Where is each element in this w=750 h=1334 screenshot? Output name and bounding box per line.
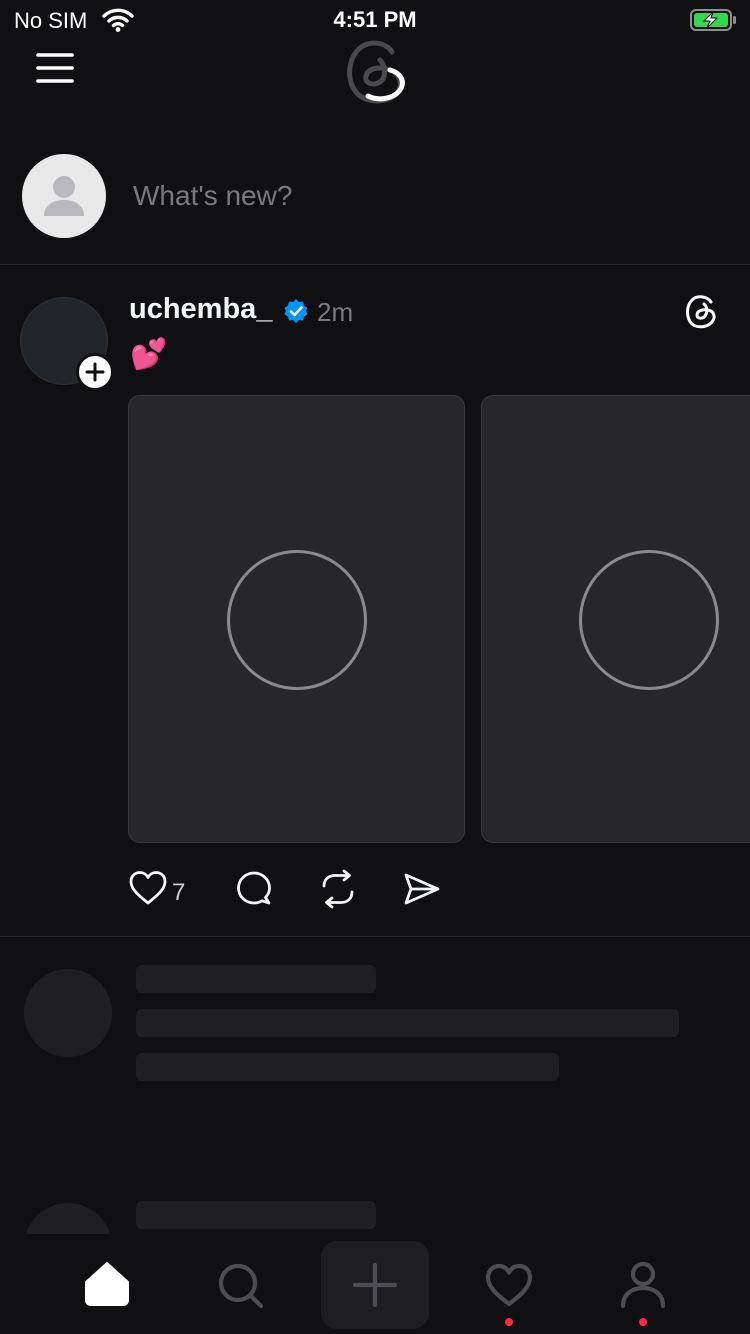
loading-spinner-icon [227, 550, 367, 690]
new-thread-composer[interactable]: What's new? [0, 140, 750, 264]
feed-divider [0, 936, 750, 937]
like-count: 7 [172, 879, 186, 906]
send-icon [404, 873, 440, 905]
like-button[interactable]: 7 [128, 869, 185, 913]
person-icon [620, 1261, 666, 1309]
status-bar: No SIM 4:51 PM [0, 0, 750, 40]
loading-spinner-icon [579, 550, 719, 690]
post-media-item[interactable] [128, 395, 465, 843]
plus-icon [85, 362, 105, 382]
default-user-avatar-icon [44, 176, 84, 216]
threads-logo-icon[interactable] [685, 293, 719, 334]
menu-button[interactable] [34, 50, 78, 86]
skeleton-avatar [24, 969, 112, 1057]
post-actions: 7 [128, 869, 468, 913]
skeleton-line [136, 1009, 679, 1037]
post-text: 💕 [130, 338, 168, 371]
nav-profile[interactable] [588, 1234, 698, 1334]
clock: 4:51 PM [333, 7, 417, 32]
share-button[interactable] [402, 869, 442, 913]
nav-create-button[interactable] [321, 1241, 429, 1329]
post-timestamp: 2m [317, 297, 354, 327]
composer-placeholder[interactable]: What's new? [133, 180, 292, 212]
follow-button[interactable] [76, 353, 114, 391]
plus-icon [353, 1263, 397, 1307]
nav-activity[interactable] [454, 1234, 564, 1334]
repost-icon [322, 869, 354, 909]
post-username[interactable]: uchemba_ [129, 293, 272, 326]
skeleton-line [136, 1201, 376, 1229]
threads-logo-icon[interactable] [340, 36, 410, 111]
nav-home[interactable] [52, 1234, 162, 1334]
post: uchemba_ 2m 💕 7 [0, 265, 750, 935]
post-media-item[interactable] [481, 395, 750, 843]
bottom-navigation [0, 1234, 750, 1334]
heart-icon [129, 871, 167, 905]
home-icon [85, 1262, 129, 1306]
reply-button[interactable] [234, 869, 274, 913]
skeleton-line [136, 1053, 559, 1081]
heart-icon [485, 1263, 533, 1307]
composer-avatar [22, 154, 106, 238]
repost-button[interactable] [318, 869, 358, 913]
battery-charging-icon [690, 8, 738, 37]
notification-dot [505, 1318, 513, 1326]
comment-bubble-icon [237, 871, 271, 905]
hamburger-menu-icon [36, 53, 74, 83]
skeleton-line [136, 965, 376, 993]
search-icon [218, 1263, 264, 1309]
notification-dot [639, 1318, 647, 1326]
verified-badge-icon [283, 298, 309, 329]
nav-search[interactable] [186, 1234, 296, 1334]
